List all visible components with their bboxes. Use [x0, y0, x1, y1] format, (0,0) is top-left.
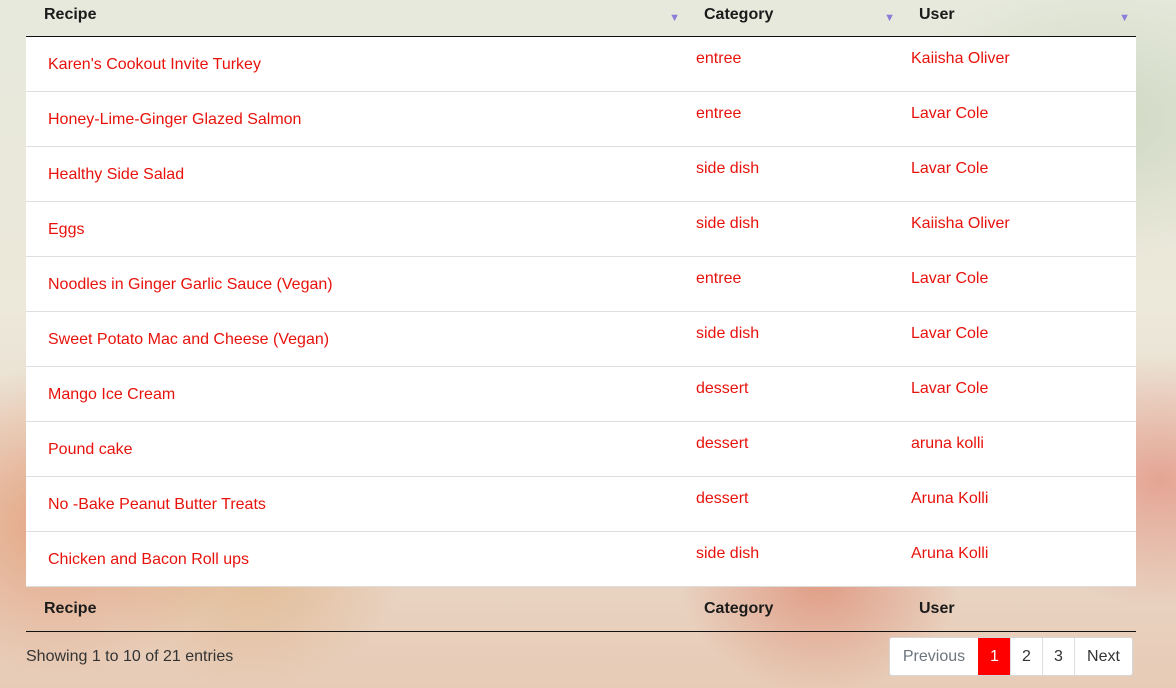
table-row: Mango Ice Cream dessert Lavar Cole: [26, 365, 1136, 421]
category-link[interactable]: entree: [696, 50, 741, 67]
recipe-link[interactable]: Pound cake: [48, 441, 133, 458]
category-link[interactable]: dessert: [696, 380, 748, 397]
recipes-table-container: Recipe ▼ Category ▼ User ▼ Karen's Cooko…: [26, 0, 1136, 632]
category-link[interactable]: side dish: [696, 545, 759, 562]
user-link[interactable]: Lavar Cole: [911, 325, 988, 342]
table-info: Showing 1 to 10 of 21 entries: [26, 648, 234, 665]
user-link[interactable]: Lavar Cole: [911, 380, 988, 397]
page-1-button[interactable]: 1: [978, 638, 1010, 675]
category-link[interactable]: entree: [696, 270, 741, 287]
category-link[interactable]: dessert: [696, 490, 748, 507]
recipe-link[interactable]: Chicken and Bacon Roll ups: [48, 551, 249, 568]
category-link[interactable]: side dish: [696, 160, 759, 177]
user-link[interactable]: Lavar Cole: [911, 105, 988, 122]
recipe-link[interactable]: Eggs: [48, 221, 84, 238]
recipes-table: Recipe ▼ Category ▼ User ▼ Karen's Cooko…: [26, 0, 1136, 632]
table-row: No -Bake Peanut Butter Treats dessert Ar…: [26, 475, 1136, 531]
header-user[interactable]: User ▼: [901, 0, 1136, 37]
footer-user: User: [901, 585, 1136, 632]
category-link[interactable]: dessert: [696, 435, 748, 452]
table-row: Healthy Side Salad side dish Lavar Cole: [26, 145, 1136, 201]
footer-recipe: Recipe: [26, 585, 686, 632]
next-page-button[interactable]: Next: [1074, 638, 1132, 675]
recipe-link[interactable]: Noodles in Ginger Garlic Sauce (Vegan): [48, 276, 333, 293]
header-recipe-label: Recipe: [44, 6, 97, 23]
table-row: Karen's Cookout Invite Turkey entree Kai…: [26, 36, 1136, 91]
page-3-button[interactable]: 3: [1042, 638, 1074, 675]
table-row: Eggs side dish Kaiisha Oliver: [26, 200, 1136, 256]
recipe-link[interactable]: Honey-Lime-Ginger Glazed Salmon: [48, 111, 301, 128]
header-category[interactable]: Category ▼: [686, 0, 901, 37]
category-link[interactable]: side dish: [696, 325, 759, 342]
table-row: Honey-Lime-Ginger Glazed Salmon entree L…: [26, 90, 1136, 146]
header-recipe[interactable]: Recipe ▼: [26, 0, 686, 37]
user-link[interactable]: Kaiisha Oliver: [911, 50, 1010, 67]
category-link[interactable]: side dish: [696, 215, 759, 232]
recipe-link[interactable]: Sweet Potato Mac and Cheese (Vegan): [48, 331, 329, 348]
user-link[interactable]: aruna kolli: [911, 435, 984, 452]
recipe-link[interactable]: Mango Ice Cream: [48, 386, 175, 403]
pagination: Previous 1 2 3 Next: [889, 637, 1133, 676]
user-link[interactable]: Aruna Kolli: [911, 490, 988, 507]
user-link[interactable]: Lavar Cole: [911, 160, 988, 177]
triangle-down-icon: ▼: [884, 12, 895, 24]
user-link[interactable]: Aruna Kolli: [911, 545, 988, 562]
user-link[interactable]: Kaiisha Oliver: [911, 215, 1010, 232]
previous-page-button[interactable]: Previous: [890, 638, 978, 675]
page-2-button[interactable]: 2: [1010, 638, 1042, 675]
recipe-link[interactable]: Karen's Cookout Invite Turkey: [48, 56, 261, 73]
header-category-label: Category: [704, 6, 774, 23]
table-row: Chicken and Bacon Roll ups side dish Aru…: [26, 530, 1136, 586]
table-row: Noodles in Ginger Garlic Sauce (Vegan) e…: [26, 255, 1136, 311]
triangle-down-icon: ▼: [669, 12, 680, 24]
table-footer-row: Recipe Category User: [26, 585, 1136, 632]
table-row: Pound cake dessert aruna kolli: [26, 420, 1136, 476]
user-link[interactable]: Lavar Cole: [911, 270, 988, 287]
triangle-down-icon: ▼: [1119, 12, 1130, 24]
table-header-row: Recipe ▼ Category ▼ User ▼: [26, 0, 1136, 37]
category-link[interactable]: entree: [696, 105, 741, 122]
recipe-link[interactable]: No -Bake Peanut Butter Treats: [48, 496, 266, 513]
table-row: Sweet Potato Mac and Cheese (Vegan) side…: [26, 310, 1136, 366]
recipe-link[interactable]: Healthy Side Salad: [48, 166, 184, 183]
header-user-label: User: [919, 6, 955, 23]
footer-category: Category: [686, 585, 901, 632]
